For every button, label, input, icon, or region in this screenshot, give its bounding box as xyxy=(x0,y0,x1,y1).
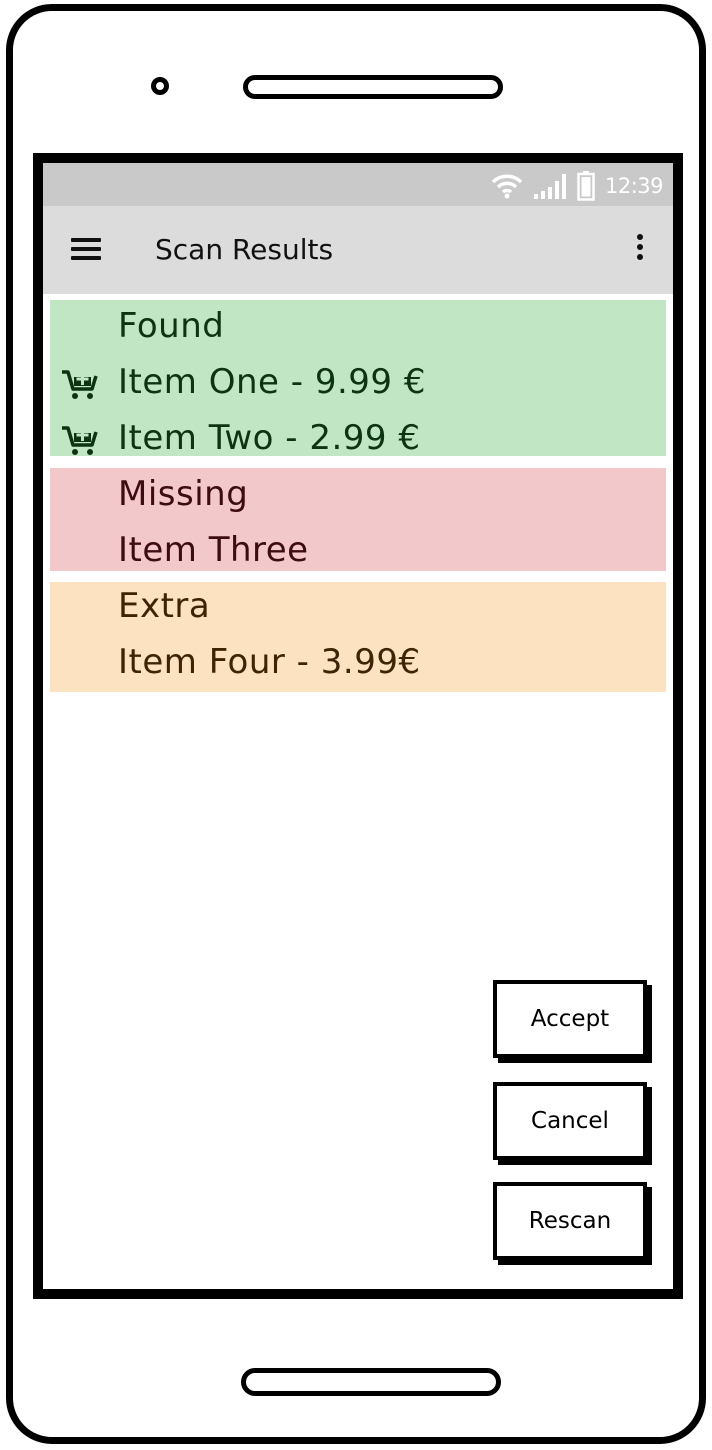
extra-section: Extra Item Four - 3.99€ xyxy=(50,582,666,692)
app-bar: Scan Results xyxy=(43,206,673,294)
screen: 12:39 Scan Results Found Item One - 9.99… xyxy=(33,153,683,1299)
earpiece-speaker xyxy=(243,75,503,99)
found-item-label: Item One - 9.99 € xyxy=(118,362,426,402)
add-to-cart-icon[interactable] xyxy=(61,423,99,457)
found-section: Found Item One - 9.99 € Item Two - 2.99 … xyxy=(50,300,666,458)
missing-section: Missing Item Three xyxy=(50,468,666,571)
camera-icon xyxy=(151,77,169,95)
status-icons: 12:39 xyxy=(491,171,664,201)
home-bar xyxy=(241,1368,501,1396)
signal-icon xyxy=(533,174,566,199)
menu-icon[interactable] xyxy=(71,238,101,264)
status-bar: 12:39 xyxy=(43,163,673,206)
status-time: 12:39 xyxy=(604,174,664,198)
page-title: Scan Results xyxy=(155,233,334,266)
missing-heading: Missing xyxy=(118,474,249,514)
extra-heading: Extra xyxy=(118,586,211,626)
accept-button[interactable]: Accept xyxy=(493,980,647,1058)
missing-item-label: Item Three xyxy=(118,530,309,570)
found-heading: Found xyxy=(118,306,225,346)
overflow-menu-icon[interactable] xyxy=(635,234,645,266)
rescan-button[interactable]: Rescan xyxy=(493,1182,647,1260)
found-item-label: Item Two - 2.99 € xyxy=(118,418,421,458)
wifi-icon xyxy=(491,174,523,199)
add-to-cart-icon[interactable] xyxy=(61,367,99,401)
extra-item-label: Item Four - 3.99€ xyxy=(118,642,421,682)
cancel-button[interactable]: Cancel xyxy=(493,1082,647,1160)
battery-icon xyxy=(577,171,595,201)
